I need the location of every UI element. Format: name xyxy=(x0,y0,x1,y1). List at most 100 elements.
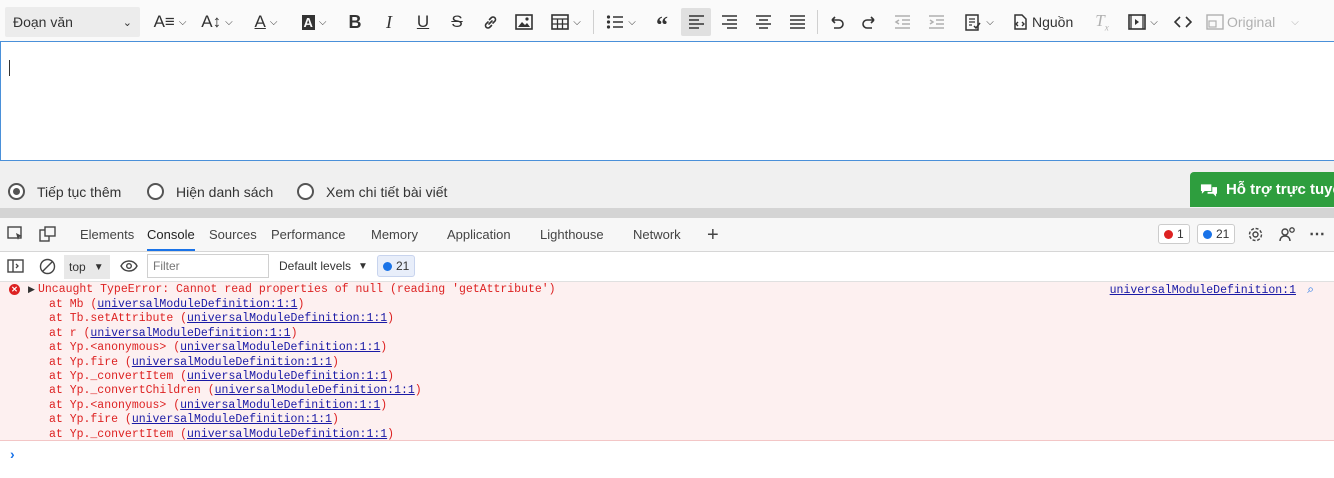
tab-network[interactable]: Network xyxy=(633,218,681,251)
chevron-down-icon: ⌵ xyxy=(1150,16,1158,28)
devtools-resize-handle[interactable] xyxy=(0,208,1334,218)
stack-frame-end: ) xyxy=(387,427,395,441)
inspect-element-button[interactable] xyxy=(7,226,24,242)
stack-frame-end: ) xyxy=(387,312,395,326)
align-right-icon xyxy=(721,15,737,29)
device-icon xyxy=(39,226,56,242)
font-family-icon: A↕ xyxy=(201,12,222,31)
tab-lighthouse[interactable]: Lighthouse xyxy=(540,218,604,251)
stack-frame-link[interactable]: universalModuleDefinition:1:1 xyxy=(187,428,387,441)
redo-icon xyxy=(861,16,875,29)
stack-frame: at Yp._convertChildren (universalModuleD… xyxy=(49,384,422,398)
stack-frame-link[interactable]: universalModuleDefinition:1:1 xyxy=(180,341,380,354)
source-button[interactable]: Nguồn xyxy=(1011,8,1077,36)
log-levels-label: Default levels xyxy=(279,259,352,273)
image-button[interactable] xyxy=(513,8,535,36)
bold-button[interactable]: B xyxy=(344,8,366,36)
editor-content-area[interactable] xyxy=(0,42,1334,161)
stack-frame-link[interactable]: universalModuleDefinition:1:1 xyxy=(180,399,380,412)
radio-show-list-label: Hiện danh sách xyxy=(176,183,274,200)
stack-frame-end: ) xyxy=(290,326,298,340)
undo-button[interactable] xyxy=(825,8,847,36)
tab-performance[interactable]: Performance xyxy=(271,218,345,251)
devtools-settings-button[interactable] xyxy=(1247,226,1264,243)
radio-continue-label: Tiếp tục thêm xyxy=(37,183,122,200)
stack-frame-function: at Tb.setAttribute ( xyxy=(49,312,188,326)
stack-frame: at r (universalModuleDefinition:1:1) xyxy=(49,327,297,341)
indent-button[interactable] xyxy=(925,8,947,36)
tab-sources[interactable]: Sources xyxy=(209,218,257,251)
radio-circle xyxy=(147,183,164,200)
heading-dropdown[interactable]: Đoạn văn ⌄ xyxy=(5,7,140,37)
media-button[interactable]: ⌵ xyxy=(1124,8,1162,36)
strikethrough-button[interactable]: S xyxy=(446,8,468,36)
tab-memory[interactable]: Memory xyxy=(371,218,418,251)
align-justify-button[interactable] xyxy=(786,8,808,36)
message-count-badge[interactable]: 21 xyxy=(1197,224,1236,244)
font-size-button[interactable]: A≡ ⌵ xyxy=(152,8,188,36)
table-button[interactable]: ⌵ xyxy=(548,8,584,36)
log-levels-dropdown[interactable]: Default levels ▼ xyxy=(279,259,368,273)
stack-frame-link[interactable]: universalModuleDefinition:1:1 xyxy=(90,327,290,340)
paste-from-office-button[interactable]: ⌵ xyxy=(958,8,1000,36)
live-expression-button[interactable] xyxy=(120,259,138,273)
stack-frame-link[interactable]: universalModuleDefinition:1:1 xyxy=(187,312,387,325)
expand-triangle-icon[interactable]: ▶ xyxy=(28,285,35,295)
blockquote-button[interactable]: “ xyxy=(651,8,673,38)
console-error-message: ✕ ▶ Uncaught TypeError: Cannot read prop… xyxy=(0,282,1334,441)
font-background-button[interactable]: A ⌵ xyxy=(296,8,332,36)
tab-elements[interactable]: Elements xyxy=(80,218,134,251)
online-support-button[interactable]: Hỗ trợ trực tuyến xyxy=(1190,172,1334,207)
stack-frame-function: at Yp.fire ( xyxy=(49,355,132,369)
stack-frame-link[interactable]: universalModuleDefinition:1:1 xyxy=(215,384,415,397)
link-icon xyxy=(484,15,496,29)
redo-button[interactable] xyxy=(858,8,880,36)
align-left-button[interactable] xyxy=(681,8,711,36)
search-icon[interactable]: ⌕ xyxy=(1307,283,1314,297)
stack-frame-end: ) xyxy=(331,413,339,427)
clear-console-button[interactable] xyxy=(39,258,56,275)
online-support-label: Hỗ trợ trực tuyến xyxy=(1225,181,1334,198)
more-tabs-button[interactable]: + xyxy=(707,224,719,247)
tab-console[interactable]: Console xyxy=(147,218,195,251)
code-button[interactable] xyxy=(1171,8,1195,36)
toolbar-separator xyxy=(593,10,594,34)
radio-view-detail-label: Xem chi tiết bài viết xyxy=(326,183,448,200)
error-count: 1 xyxy=(1177,227,1184,241)
original-button[interactable]: Original ⌵ xyxy=(1206,8,1306,36)
italic-button[interactable]: I xyxy=(378,8,400,36)
console-filter-input[interactable] xyxy=(147,254,269,278)
align-center-button[interactable] xyxy=(752,8,774,36)
remove-format-button[interactable]: Tx xyxy=(1091,8,1113,36)
underline-button[interactable]: U xyxy=(412,8,434,36)
console-sidebar-button[interactable] xyxy=(7,259,24,273)
font-color-button[interactable]: A ⌵ xyxy=(248,8,284,36)
stack-frame-link[interactable]: universalModuleDefinition:1:1 xyxy=(97,298,297,311)
radio-view-detail[interactable]: Xem chi tiết bài viết xyxy=(297,183,447,200)
device-toolbar-button[interactable] xyxy=(39,226,56,242)
customize-devtools-button[interactable] xyxy=(1279,226,1297,243)
tab-application[interactable]: Application xyxy=(447,218,511,251)
radio-show-list[interactable]: Hiện danh sách xyxy=(147,183,273,200)
error-count-badge[interactable]: 1 xyxy=(1158,224,1190,244)
code-icon xyxy=(1174,16,1192,28)
error-source-link[interactable]: universalModuleDefinition:1 xyxy=(1110,284,1296,297)
table-icon xyxy=(551,14,570,30)
stack-frame: at Yp._convertItem (universalModuleDefin… xyxy=(49,428,394,442)
bulleted-list-icon xyxy=(607,15,624,29)
stack-frame-link[interactable]: universalModuleDefinition:1:1 xyxy=(187,370,387,383)
font-family-button[interactable]: A↕ ⌵ xyxy=(198,8,236,36)
outdent-button[interactable] xyxy=(891,8,913,36)
bulleted-list-button[interactable]: ⌵ xyxy=(600,8,642,36)
issues-count-badge[interactable]: 21 xyxy=(377,255,416,277)
console-prompt-chevron-icon[interactable]: › xyxy=(10,446,15,462)
stack-frame-link[interactable]: universalModuleDefinition:1:1 xyxy=(132,413,332,426)
radio-continue[interactable]: Tiếp tục thêm xyxy=(8,183,121,200)
more-options-button[interactable]: ⋯ xyxy=(1309,224,1325,244)
stack-frame-end: ) xyxy=(387,370,395,383)
align-right-button[interactable] xyxy=(718,8,740,36)
context-selector[interactable]: top ▼ xyxy=(64,255,110,279)
link-button[interactable] xyxy=(479,8,501,36)
stack-frame-link[interactable]: universalModuleDefinition:1:1 xyxy=(132,356,332,369)
bold-icon: B xyxy=(348,11,362,32)
